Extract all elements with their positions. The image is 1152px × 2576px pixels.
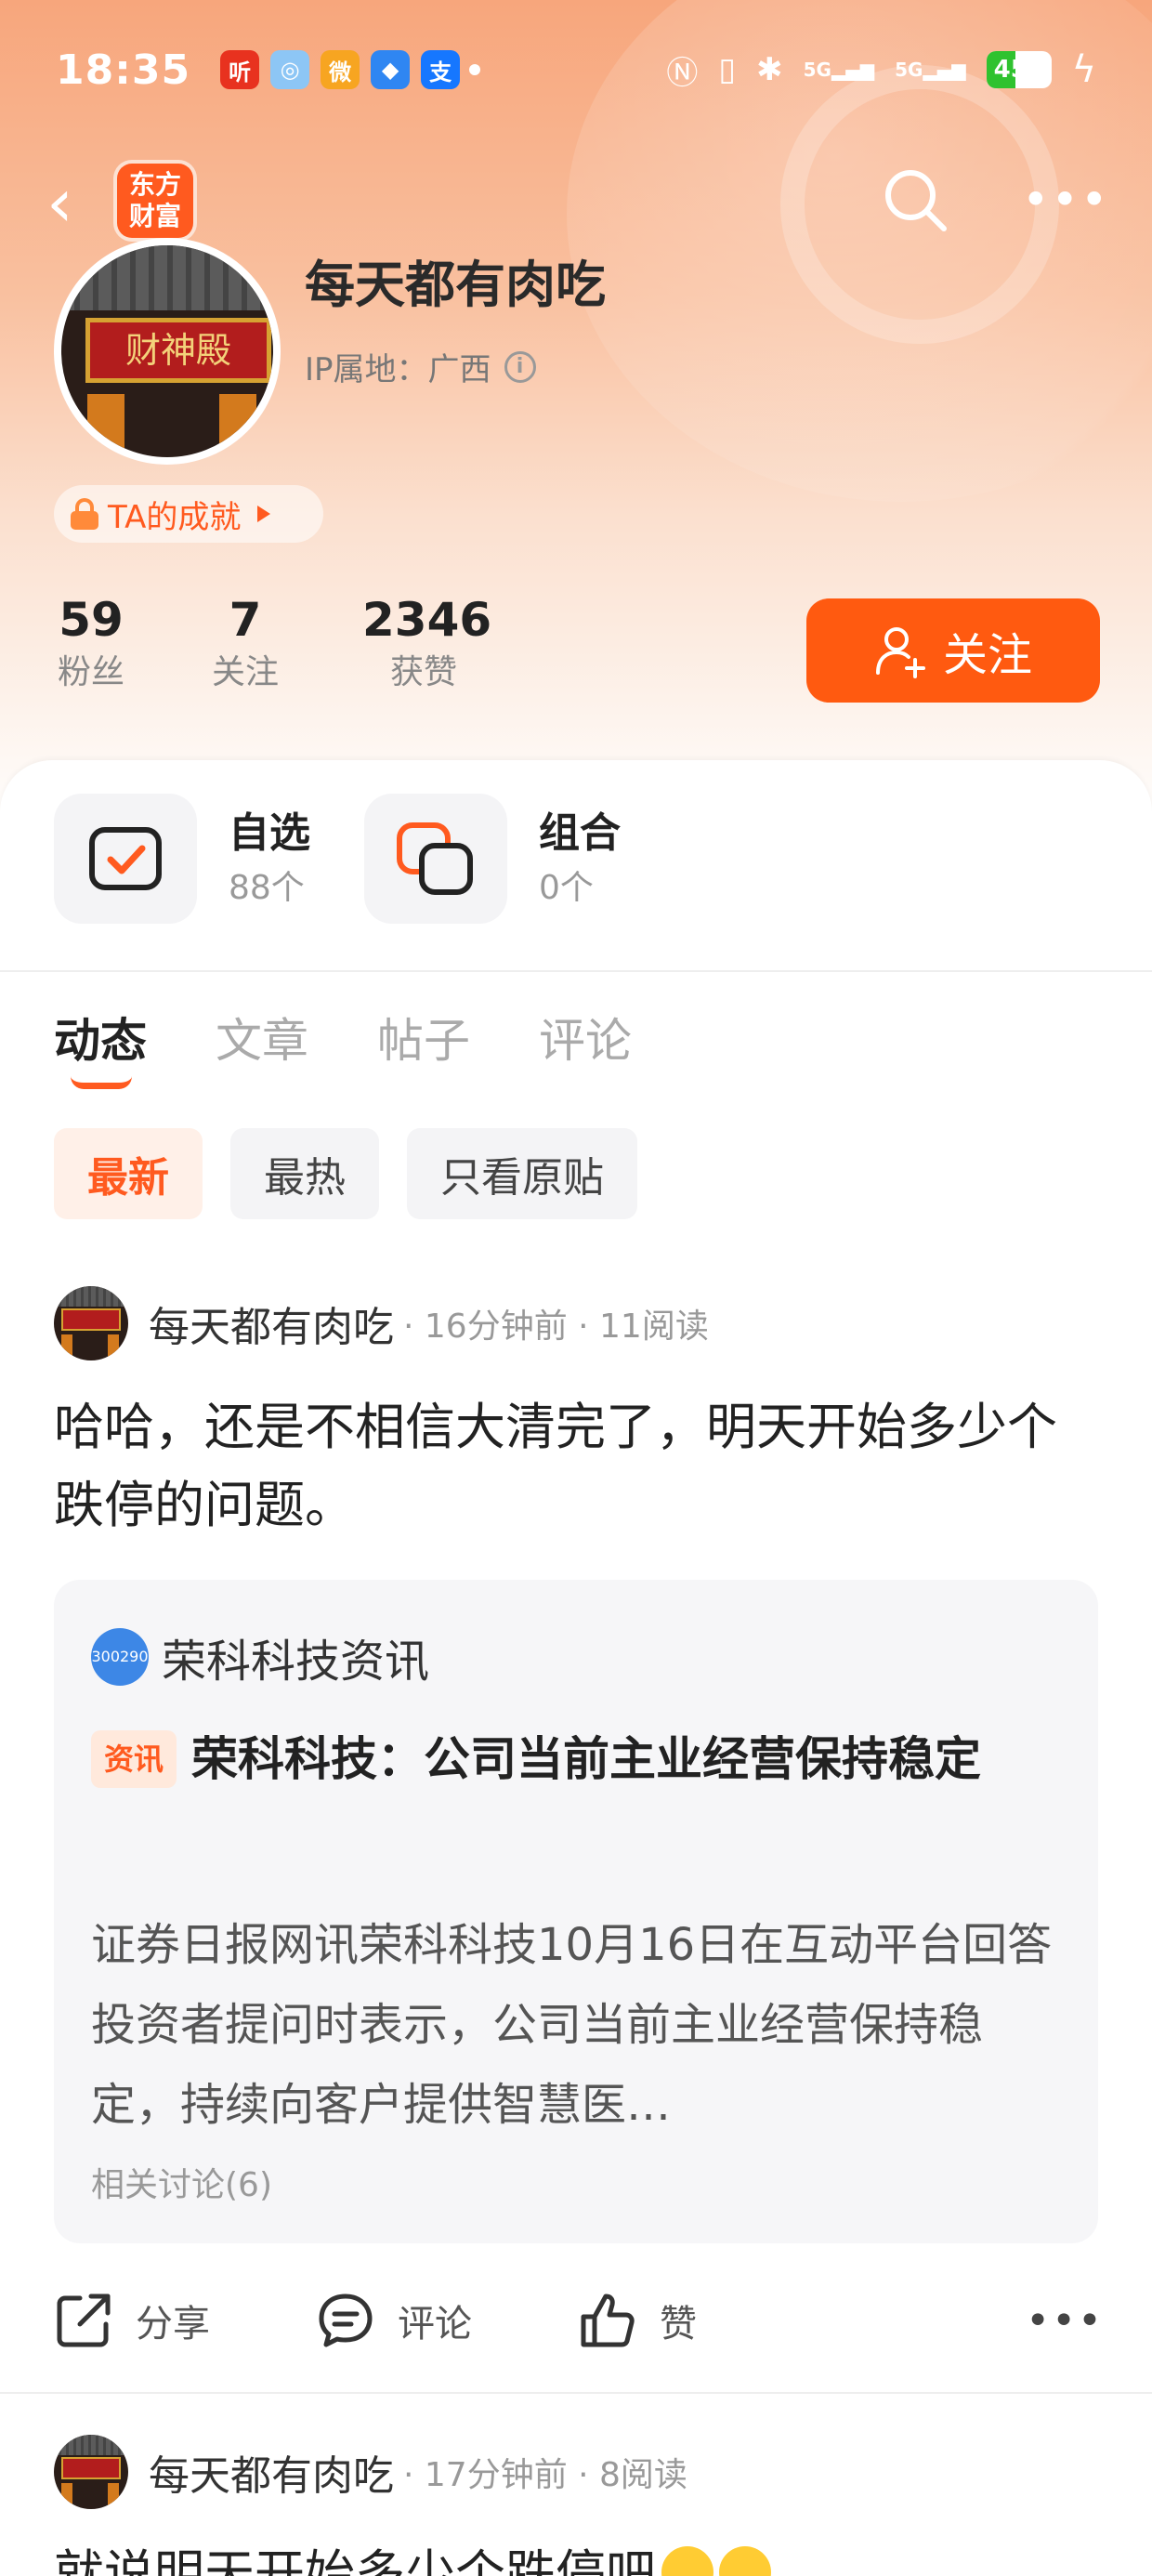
portfolio-count: 0个 <box>539 869 594 907</box>
share-button[interactable]: 分享 <box>54 2291 316 2350</box>
add-user-icon <box>875 627 925 678</box>
tab-activity[interactable]: 动态 <box>54 1004 216 1071</box>
post-header: 每天都有肉吃 · 17分钟前 · 8阅读 <box>54 2435 687 2509</box>
post-actions: 分享 评论 赞 ••• <box>54 2279 1104 2362</box>
post-divider <box>0 2392 1152 2394</box>
portfolio-title: 组合 <box>539 809 621 857</box>
filter-latest[interactable]: 最新 <box>54 1128 203 1219</box>
post-header: 每天都有肉吃 · 16分钟前 · 11阅读 <box>54 1286 709 1360</box>
brand-logo-badge: 东方 财富 <box>117 164 193 238</box>
profile-name: 每天都有肉吃 <box>305 256 606 314</box>
tab-posts[interactable]: 帖子 <box>377 1004 539 1071</box>
tab-comments[interactable]: 评论 <box>539 1004 700 1071</box>
share-icon <box>57 2293 111 2347</box>
post-text-content: 就说明天开始多少个跌停吧 <box>54 2544 656 2576</box>
avatar[interactable]: 财神殿 <box>54 238 281 465</box>
battery-level: 45 <box>993 56 1028 84</box>
comment-button[interactable]: 评论 <box>316 2291 578 2350</box>
stat-likes[interactable]: 2346 获赞 <box>362 591 491 697</box>
watchlist-count: 88个 <box>229 869 305 907</box>
follow-button[interactable]: 关注 <box>806 598 1100 703</box>
back-icon[interactable]: ‹ <box>46 165 93 240</box>
vibrate-icon: ▯ <box>718 51 737 88</box>
stat-followers[interactable]: 59 粉丝 <box>54 591 128 697</box>
achievements-label: TA的成就 <box>108 498 242 536</box>
portfolio-shortcut[interactable]: 组合 0个 <box>364 794 621 924</box>
comment-label: 评论 <box>398 2303 472 2346</box>
filter-hottest[interactable]: 最热 <box>230 1128 379 1219</box>
battery-icon: 45 <box>986 51 1052 88</box>
watchlist-shortcut[interactable]: 自选 88个 <box>54 794 310 924</box>
lock-icon <box>69 498 100 530</box>
system-icons: Ⓝ ▯ ✱ 5G▂▄▆ 5G▂▄▆ 45 ϟ <box>666 47 1096 93</box>
post-author-avatar[interactable] <box>54 1286 128 1360</box>
quote-source[interactable]: 300290 荣科科技资讯 <box>91 1624 429 1689</box>
post-author-avatar[interactable] <box>54 2435 128 2509</box>
content-tabs: 动态 文章 帖子 评论 <box>54 1004 700 1071</box>
nfc-icon: Ⓝ <box>666 54 699 92</box>
like-button[interactable]: 赞 <box>578 2291 840 2350</box>
post-text[interactable]: 就说明天开始多少个跌停吧 <box>54 2535 1104 2576</box>
alipay-app-icon: 支 <box>421 50 461 89</box>
filter-original-only[interactable]: 只看原贴 <box>407 1128 637 1219</box>
section-divider <box>0 970 1152 972</box>
share-label: 分享 <box>136 2303 210 2346</box>
weibo-app-icon: 微 <box>321 50 360 89</box>
post-author-name[interactable]: 每天都有肉吃 <box>149 1294 394 1353</box>
ting-app-icon: 听 <box>220 50 260 89</box>
post-meta: · 16分钟前 · 11阅读 <box>403 1308 709 1346</box>
laughing-emoji-icon <box>661 2546 713 2576</box>
more-options-icon[interactable]: ••• <box>1022 167 1107 232</box>
bluetooth-icon: ✱ <box>756 51 783 88</box>
post-author-name[interactable]: 每天都有肉吃 <box>149 2442 394 2502</box>
info-icon[interactable]: i <box>504 350 536 383</box>
watchlist-icon-box <box>54 794 197 924</box>
portfolio-icon <box>397 822 473 895</box>
shazam-app-icon: ◆ <box>371 50 411 89</box>
follow-label: 关注 <box>942 629 1032 681</box>
portfolio-icon-box <box>364 794 507 924</box>
search-icon[interactable] <box>879 164 953 238</box>
active-tab-indicator <box>71 1076 132 1089</box>
thumbs-up-icon <box>581 2293 635 2347</box>
checkbox-icon <box>89 827 162 890</box>
filter-chips: 最新 最热 只看原贴 <box>54 1128 637 1219</box>
news-tag: 资讯 <box>91 1730 177 1788</box>
signal-icon-2: 5G▂▄▆ <box>895 59 966 81</box>
notification-icons: 听 ◎ 微 ◆ 支 <box>220 50 461 89</box>
ip-location-label: IP属地：广西 <box>305 351 491 388</box>
photos-app-icon: ◎ <box>270 50 310 89</box>
post-text[interactable]: 哈哈，还是不相信大清完了，明天开始多少个跌停的问题。 <box>54 1388 1104 1544</box>
post-more-icon[interactable]: ••• <box>1026 2297 1104 2345</box>
quote-source-name: 荣科科技资讯 <box>162 1636 430 1688</box>
quoted-news-card[interactable]: 300290 荣科科技资讯 资讯 荣科科技：公司当前主业经营保持稳定 证券日报网讯… <box>54 1580 1098 2243</box>
laughing-emoji-icon <box>719 2546 771 2576</box>
more-notifications-dot <box>469 64 481 75</box>
charging-icon: ϟ <box>1071 48 1096 91</box>
comment-icon <box>319 2293 373 2347</box>
achievements-button[interactable]: TA的成就 <box>54 485 323 543</box>
stock-badge: 300290 <box>91 1628 149 1686</box>
tab-articles[interactable]: 文章 <box>216 1004 377 1071</box>
post-meta: · 17分钟前 · 8阅读 <box>403 2456 687 2494</box>
related-discussions[interactable]: 相关讨论(6) <box>91 2158 272 2206</box>
status-time: 18:35 <box>56 46 191 94</box>
signal-icon-1: 5G▂▄▆ <box>803 59 875 81</box>
quote-body: 证券日报网讯荣科科技10月16日在互动平台回答投资者提问时表示，公司当前主业经营… <box>91 1919 1053 2131</box>
watchlist-title: 自选 <box>229 809 310 857</box>
ip-location: IP属地：广西 i <box>305 344 536 389</box>
like-label: 赞 <box>660 2303 697 2346</box>
quote-title-text: 荣科科技：公司当前主业经营保持稳定 <box>191 1732 982 1786</box>
status-bar: 18:35 听 ◎ 微 ◆ 支 Ⓝ ▯ ✱ 5G▂▄▆ 5G▂▄▆ 45 ϟ <box>0 28 1152 112</box>
stat-following[interactable]: 7 关注 <box>208 591 282 697</box>
quote-title: 资讯 荣科科技：公司当前主业经营保持稳定 <box>91 1717 1076 1801</box>
play-arrow-icon <box>257 506 271 522</box>
